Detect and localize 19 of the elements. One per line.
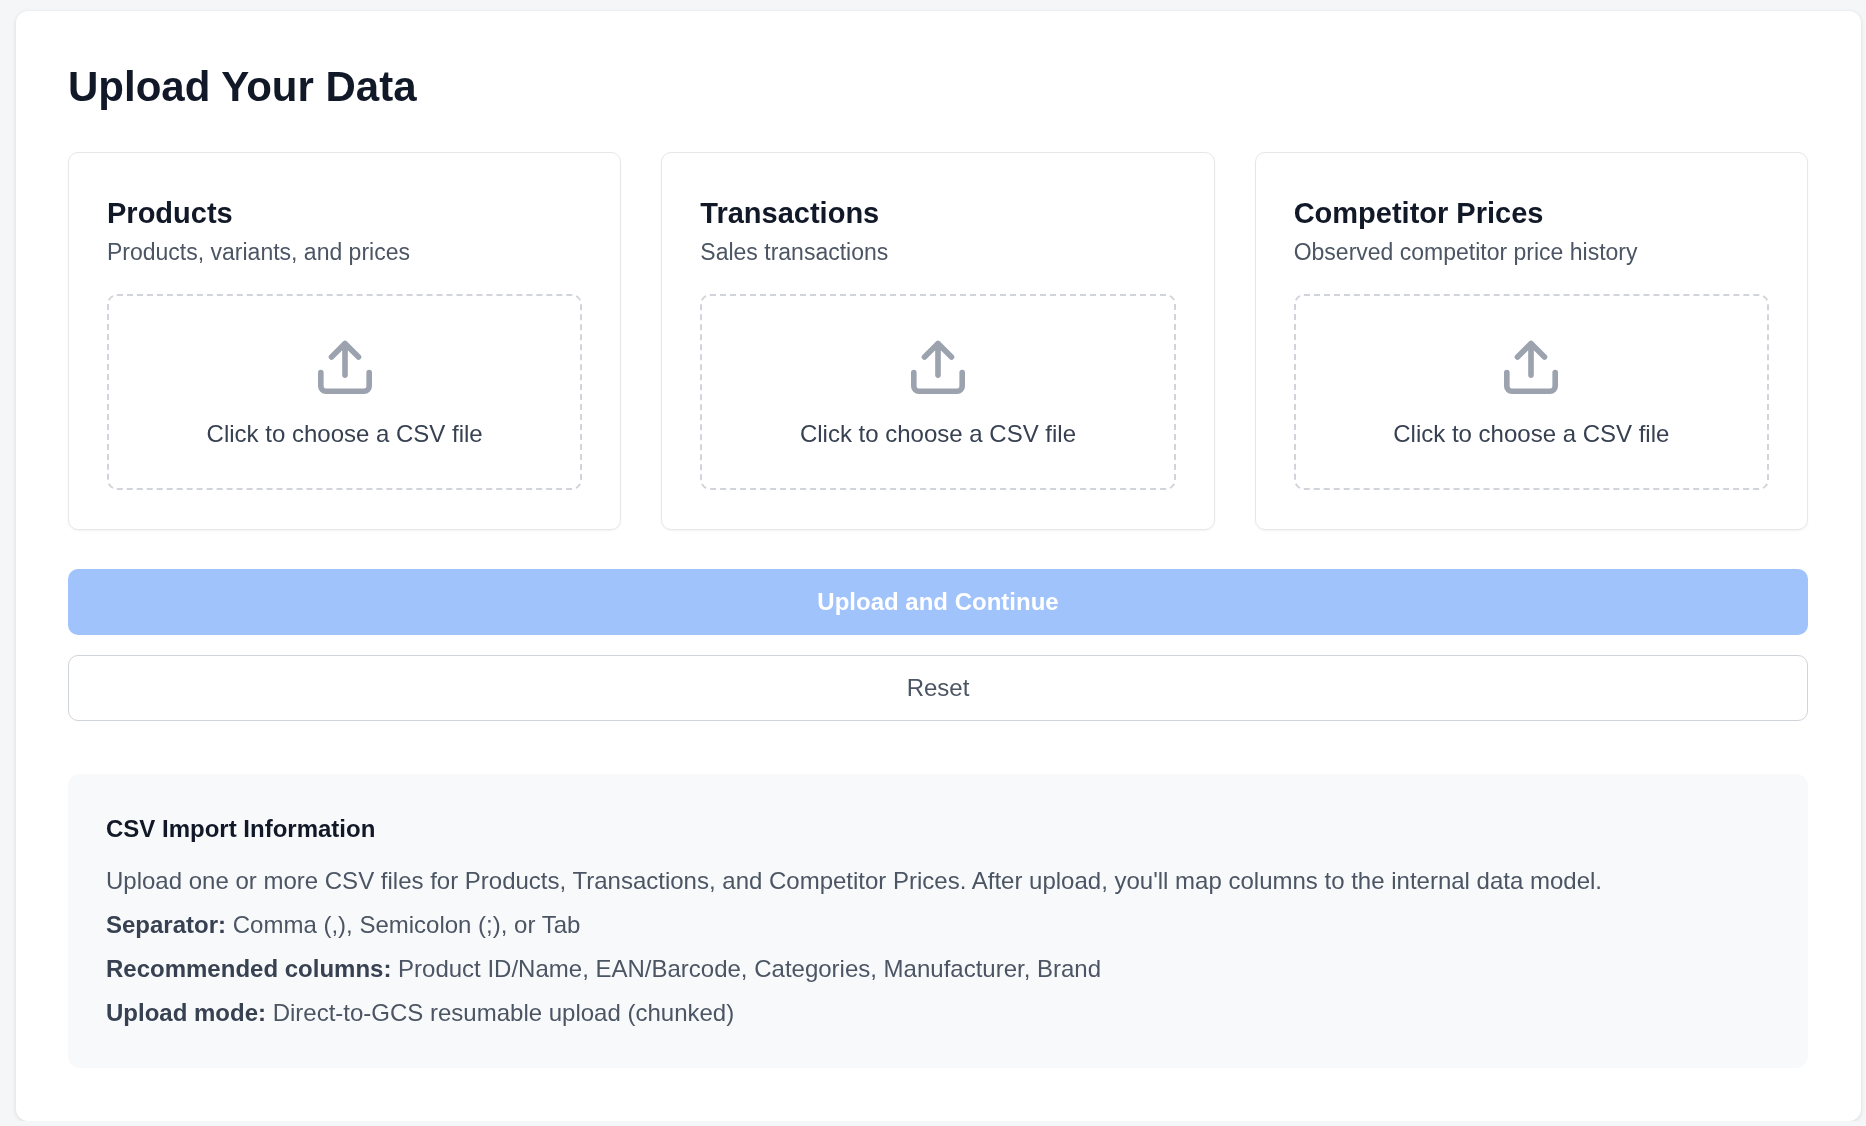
card-title: Products [107,196,234,231]
reset-button[interactable]: Reset [68,655,1808,721]
upload-icon [317,340,372,394]
info-heading: CSV Import Information [106,814,377,844]
info-text: Separator: Comma (,), Semicolon (;), or Tab [106,910,582,940]
info-text: Upload mode: Direct-to-GCS resumable upload (chunked) [106,998,736,1028]
card-description: Observed competitor price history [1293,238,1639,267]
page-title: Upload Your Data [68,62,418,112]
info-text: Upload one or more CSV files for Products, Transactions, and Competitor Prices. After upload, you'll map columns to the internal data model. [106,866,1603,896]
card-title: Transactions [700,196,881,231]
file-dropzone[interactable]: Click to choose a CSV file [1293,294,1769,490]
card-title: Competitor Prices [1293,196,1545,231]
card-description: Products, variants, and prices [107,238,411,267]
file-dropzone[interactable]: Click to choose a CSV file [107,294,583,490]
upload-icon [911,340,965,394]
upload-icon [1504,340,1559,394]
card-description: Sales transactions [700,238,890,267]
file-dropzone[interactable]: Click to choose a CSV file [700,294,1176,490]
info-text: Recommended columns: Product ID/Name, EAN/Barcode, Categories, Manufacturer, Brand [106,954,1103,984]
